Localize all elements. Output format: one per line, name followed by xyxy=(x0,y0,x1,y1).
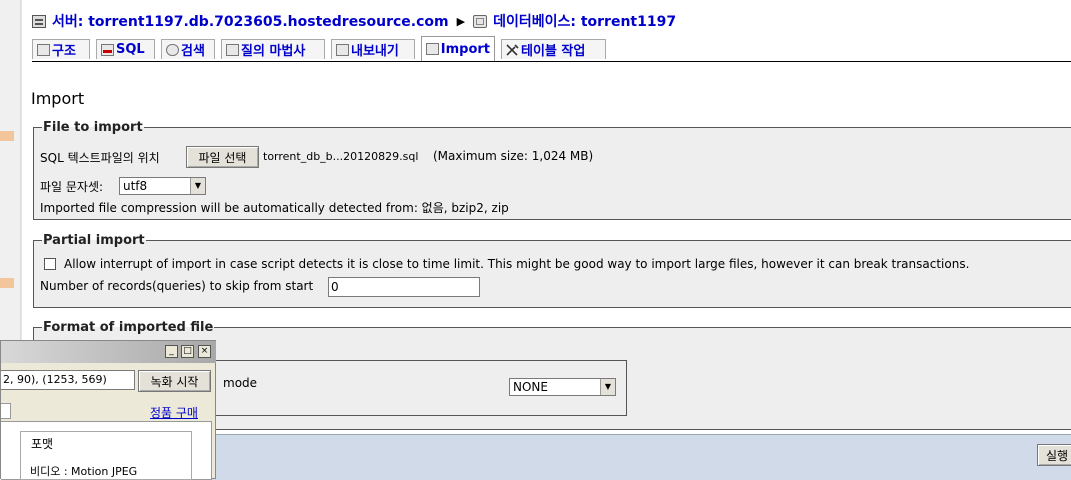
charset-select[interactable]: utf8 ▼ xyxy=(119,177,206,195)
breadcrumb-arrow-icon: ▶ xyxy=(456,14,466,28)
tab-label: 구조 xyxy=(52,44,76,59)
skip-records-label: Number of records(queries) to skip from … xyxy=(40,279,314,293)
sql-mode-select[interactable]: NONE ▼ xyxy=(509,378,616,396)
dropdown-arrow-icon: ▼ xyxy=(600,379,615,395)
database-icon xyxy=(473,14,488,28)
skip-records-input[interactable]: 0 xyxy=(328,277,480,297)
run-button[interactable]: 실행 xyxy=(1037,444,1071,466)
tab-label: 내보내기 xyxy=(351,44,399,59)
tab-label: Import xyxy=(440,41,490,57)
query-wizard-icon xyxy=(226,43,239,56)
allow-interrupt-label: Allow interrupt of import in case script… xyxy=(64,257,970,271)
section-legend: Partial import xyxy=(43,233,145,248)
tab-export[interactable]: 내보내기 xyxy=(331,39,415,59)
server-link[interactable]: 서버: torrent1197.db.7023605.hostedresourc… xyxy=(52,11,449,31)
choose-file-button[interactable]: 파일 선택 xyxy=(186,146,259,168)
allow-interrupt-checkbox[interactable] xyxy=(44,258,56,270)
tab-operations[interactable]: 테이블 작업 xyxy=(501,39,606,59)
tab-query-wizard[interactable]: 질의 마법사 xyxy=(221,39,325,59)
page-title: Import xyxy=(31,89,85,108)
frame-marker xyxy=(0,278,14,288)
selected-file-name: torrent_db_b...20120829.sql xyxy=(263,150,419,163)
database-link[interactable]: 데이터베이스: torrent1197 xyxy=(493,11,676,31)
minimize-icon[interactable]: _ xyxy=(165,345,178,358)
tab-sql[interactable]: SQL xyxy=(96,39,155,59)
submit-bar xyxy=(200,434,1071,480)
import-icon xyxy=(426,43,439,55)
server-icon xyxy=(32,14,46,28)
frame-marker xyxy=(0,131,14,141)
charset-value: utf8 xyxy=(123,179,148,193)
breadcrumb: 서버: torrent1197.db.7023605.hostedresourc… xyxy=(32,11,676,31)
recorder-tab[interactable] xyxy=(1,403,11,419)
export-icon xyxy=(336,43,349,56)
tab-label: SQL xyxy=(116,42,145,57)
maximize-icon[interactable]: □ xyxy=(181,345,194,358)
tab-label: 테이블 작업 xyxy=(521,44,586,59)
charset-label: 파일 문자셋: xyxy=(40,180,104,194)
tab-label: 검색 xyxy=(181,44,205,59)
structure-icon xyxy=(37,43,50,56)
file-location-label: SQL 텍스트파일의 위치 xyxy=(40,151,160,165)
tab-bar: 구조 SQL 검색 질의 마법사 내보내기 Import 테이블 작업 xyxy=(32,36,1071,62)
sql-mode-label: mode xyxy=(223,376,258,390)
dropdown-arrow-icon: ▼ xyxy=(190,178,205,194)
tab-search[interactable]: 검색 xyxy=(161,39,215,59)
max-size-note: (Maximum size: 1,024 MB) xyxy=(433,149,594,163)
section-legend: Format of imported file xyxy=(43,320,214,335)
compression-note: Imported file compression will be automa… xyxy=(40,201,509,215)
sql-icon xyxy=(101,43,114,56)
sql-mode-value: NONE xyxy=(513,380,548,394)
region-coords-input[interactable]: 2, 90), (1253, 569) xyxy=(1,370,135,390)
tab-structure[interactable]: 구조 xyxy=(32,39,90,59)
close-icon[interactable]: × xyxy=(198,345,211,358)
tab-label: 질의 마법사 xyxy=(241,44,306,59)
recorder-window: _ □ × 2, 90), (1253, 569) 녹화 시작 정품 구매 포맷… xyxy=(0,340,216,480)
buy-link[interactable]: 정품 구매 xyxy=(150,404,198,421)
record-start-button[interactable]: 녹화 시작 xyxy=(138,370,211,392)
tab-import[interactable]: Import xyxy=(421,36,495,61)
search-icon xyxy=(166,43,179,56)
video-codec-label: 비디오 : Motion JPEG xyxy=(30,465,138,478)
section-legend: File to import xyxy=(43,120,143,135)
format-group-label: 포맷 xyxy=(29,435,56,452)
recorder-titlebar[interactable]: _ □ × xyxy=(1,341,216,363)
operations-icon xyxy=(506,43,519,56)
